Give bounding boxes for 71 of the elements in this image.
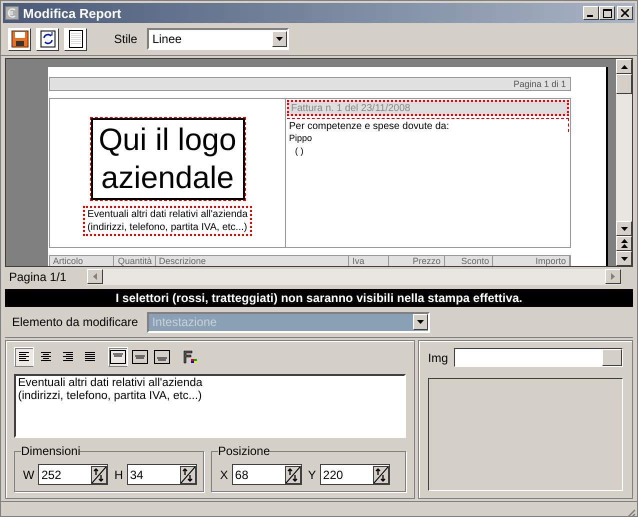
recipient-label[interactable]: Per competenze e spese dovute da: — [287, 118, 569, 132]
text-align-icon — [17, 351, 31, 363]
number-field[interactable]: 68 — [232, 464, 302, 485]
vertical-scrollbar[interactable] — [616, 59, 632, 266]
field-label: Y — [308, 468, 316, 482]
euro-icon — [5, 6, 19, 20]
page-indicator: Pagina 1/1 — [8, 270, 68, 284]
image-field[interactable] — [454, 348, 623, 367]
image-label: Img — [428, 350, 448, 364]
scroll-thumb[interactable] — [616, 74, 632, 94]
number-field[interactable]: 220 — [320, 464, 390, 485]
column-header: Articolo — [50, 256, 114, 266]
column-header: Iva — [349, 256, 390, 266]
page-down-icon — [620, 256, 628, 260]
window-title: Modifica Report — [23, 6, 122, 20]
save-button[interactable] — [8, 28, 31, 50]
page-icon — [68, 30, 84, 48]
group-title: Posizione — [218, 444, 270, 458]
dropdown-arrow-icon — [276, 37, 284, 41]
style-dropdown[interactable]: Linee — [147, 28, 290, 50]
valign-middle-button[interactable] — [130, 347, 150, 367]
text-align-icon — [83, 351, 97, 363]
spin-arrows-icon[interactable] — [373, 466, 390, 484]
style-label: Stile — [114, 32, 138, 46]
element-label: Elemento da modificare — [12, 315, 138, 329]
page-number: Pagina 1 di 1 — [513, 79, 566, 89]
field-label: H — [114, 468, 123, 482]
maximize-button[interactable] — [599, 6, 615, 20]
text-align-icon — [39, 351, 53, 363]
recipient-name: Pippo — [288, 132, 314, 145]
minimize-button[interactable] — [583, 6, 599, 20]
spin-arrows-icon[interactable] — [180, 466, 196, 484]
maximize-icon — [602, 8, 612, 18]
page-button[interactable] — [64, 28, 87, 50]
logo-placeholder[interactable]: Qui il logo aziendale — [90, 118, 244, 200]
valign-bottom-button[interactable] — [152, 347, 172, 367]
text-align-icon — [61, 351, 75, 363]
refresh-button[interactable] — [36, 28, 59, 50]
spin-arrows-icon[interactable] — [285, 466, 302, 484]
close-button[interactable] — [617, 6, 633, 20]
number-field[interactable]: 34 — [127, 464, 197, 485]
column-header: Quantità — [114, 256, 156, 266]
column-header: Prezzo — [389, 256, 445, 266]
field-label: W — [23, 468, 34, 482]
scroll-down-icon — [620, 226, 628, 230]
notice-text: I selettori (rossi, tratteggiati) non saranno visibili nella stampa effettiva. — [116, 291, 522, 305]
text-field[interactable]: Eventuali altri dati relativi all'azienda (indirizzi, telefono, partita IVA, etc...) — [14, 374, 406, 438]
valign-top-button[interactable] — [108, 347, 128, 367]
scroll-left-icon — [93, 273, 97, 280]
vertical-align-icon — [132, 350, 148, 364]
group-title: Dimensioni — [21, 444, 80, 458]
close-icon — [621, 9, 629, 17]
dropdown-arrow-icon — [417, 320, 424, 324]
browse-button[interactable] — [602, 349, 622, 366]
number-field[interactable]: 252 — [38, 464, 108, 485]
page-up-icon — [620, 239, 628, 248]
recipient-extra: ( ) — [294, 145, 304, 158]
vertical-align-icon — [154, 350, 170, 364]
column-header: Importo — [493, 256, 570, 266]
field-label: X — [220, 468, 228, 482]
font-color-icon — [183, 350, 197, 364]
spin-arrows-icon[interactable] — [91, 466, 108, 484]
horizontal-scrollbar[interactable] — [87, 269, 621, 285]
column-header: Sconto — [444, 256, 494, 266]
scroll-right-icon — [611, 273, 615, 280]
vertical-align-icon — [110, 350, 126, 364]
company-info-text[interactable]: Eventuali altri dati relativi all'azienda (indirizzi, telefono, partita IVA, etc...) — [83, 206, 252, 236]
column-header: Descrizione — [156, 256, 350, 266]
align-left-button[interactable] — [14, 347, 34, 367]
scroll-up-icon — [620, 64, 628, 68]
refresh-icon — [40, 30, 56, 48]
